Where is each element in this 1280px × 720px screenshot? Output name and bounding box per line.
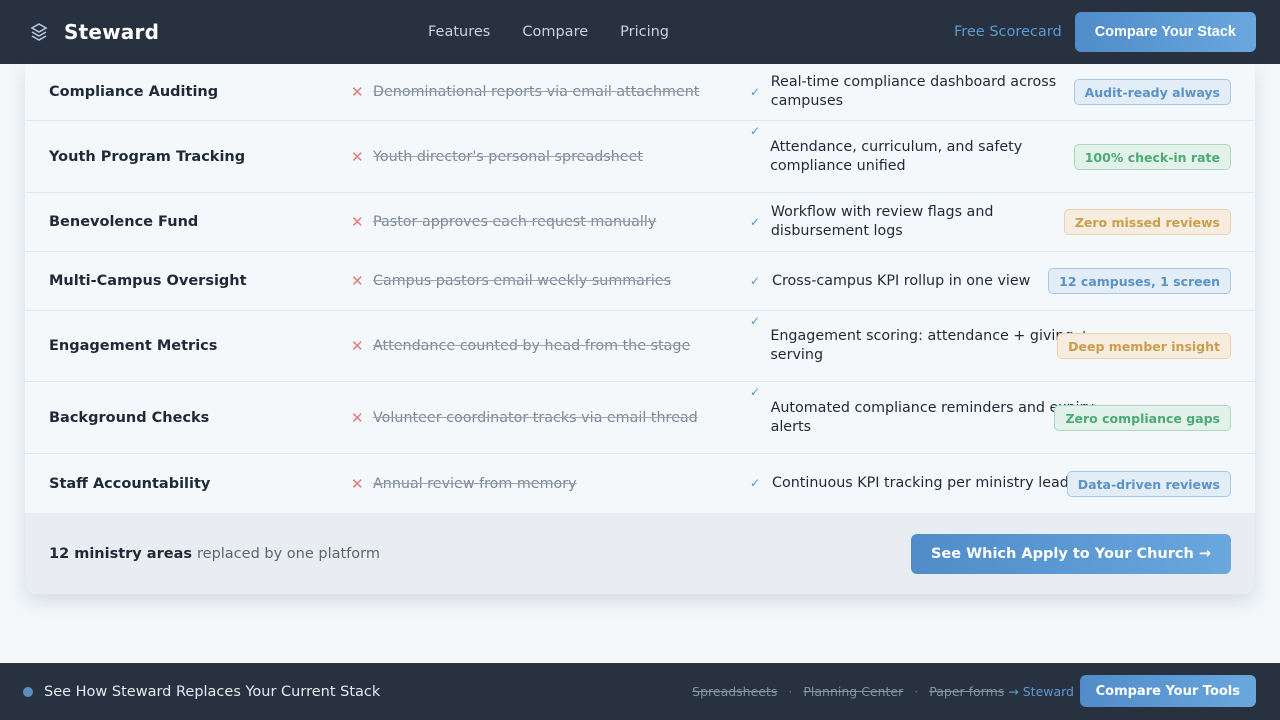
check-icon: ✓ [750,124,761,138]
brand[interactable]: Steward [30,0,159,64]
old-method: ✕ Attendance counted by head from the sta… [351,311,690,381]
status-dot-icon [23,687,33,697]
new-method-text: Workflow with review flags and disbursem… [770,204,994,239]
areas-count: 12 ministry areas [49,545,192,562]
x-icon: ✕ [351,408,364,427]
new-method: ✓ Cross-campus KPI rollup in one view [750,252,1095,310]
new-method-text: Cross-campus KPI rollup in one view [772,272,1031,289]
new-method: ✓ Attendance, curriculum, and safety comp… [750,121,1095,192]
new-method: ✓ Continuous KPI tracking per ministry le… [750,454,1095,513]
comparison-table: Compliance Auditing ✕ Denominational repo… [25,64,1255,594]
old-method-text: Pastor approves each request manually [373,214,657,230]
x-icon: ✕ [351,147,364,166]
free-scorecard-link[interactable]: Free Scorecard [954,24,1062,40]
top-navigation: Steward Features Compare Pricing Free Sc… [0,0,1280,64]
x-icon: ✕ [351,337,364,355]
old-method-text: Volunteer coordinator tracks via email t… [373,409,698,426]
outcome-badge: Deep member insight [1057,333,1231,359]
ministry-area: Staff Accountability [49,475,211,492]
outcome-badge: Data-driven reviews [1066,471,1231,497]
old-method-text: Campus pastors email weekly summaries [373,273,672,289]
ministry-area: Engagement Metrics [49,338,218,354]
old-method-text: Annual review from memory [373,475,577,492]
new-method-text: Automated compliance reminders and expir… [770,399,1094,435]
nav-link-features[interactable]: Features [428,24,490,40]
nav-actions: Free Scorecard Compare Your Stack [954,12,1256,52]
stack-item-planning-center: Planning Center [803,684,904,699]
new-method: ✓ Real-time compliance dashboard across c… [750,64,1095,120]
x-icon: ✕ [351,213,364,231]
x-icon: ✕ [351,83,364,101]
old-method: ✕ Campus pastors email weekly summaries [351,252,671,310]
outcome-badge: Audit-ready always [1073,79,1231,105]
old-method: ✕ Youth director's personal spreadsheet [351,121,643,192]
check-icon: ✓ [750,273,761,288]
check-icon: ✓ [750,314,761,328]
check-icon: ✓ [750,476,761,490]
x-icon: ✕ [351,474,364,493]
old-method-text: Youth director's personal spreadsheet [373,148,643,165]
old-method-text: Attendance counted by head from the stag… [373,338,691,354]
check-icon: ✓ [750,214,761,229]
outcome-badge: Zero missed reviews [1063,209,1231,235]
outcome-badge: 100% check-in rate [1073,144,1231,170]
stack-item-spreadsheets: Spreadsheets [692,684,778,699]
nav-link-pricing[interactable]: Pricing [620,24,669,40]
separator: · [914,684,919,699]
outcome-badge: Zero compliance gaps [1054,405,1231,431]
table-row: Benevolence Fund ✕ Pastor approves each r… [25,193,1255,252]
new-method-text: Continuous KPI tracking per ministry lea… [772,475,1084,491]
old-method: ✕ Annual review from memory [351,454,577,513]
areas-summary-text: replaced by one platform [197,545,380,562]
brand-name: Steward [64,20,160,44]
table-row: Compliance Auditing ✕ Denominational repo… [25,64,1255,121]
table-row: Multi-Campus Oversight ✕ Campus pastors e… [25,252,1255,311]
table-footer: 12 ministry areas replaced by one platfo… [25,513,1255,594]
new-method-text: Attendance, curriculum, and safety compl… [770,138,1023,174]
stacked-layers-icon [30,23,48,41]
x-icon: ✕ [351,272,364,290]
see-which-apply-button[interactable]: See Which Apply to Your Church → [910,534,1231,574]
ministry-area: Benevolence Fund [49,214,199,230]
ministry-area: Multi-Campus Oversight [49,273,247,289]
stack-item-paper-forms: Paper forms [929,684,1005,699]
check-icon: ✓ [750,385,761,399]
ministry-area: Youth Program Tracking [49,148,246,165]
stack-replacement: Spreadsheets · Planning Center · Paper f… [692,663,1074,720]
ministry-area: Background Checks [49,409,210,426]
old-method: ✕ Volunteer coordinator tracks via email … [351,382,698,453]
outcome-badge: 12 campuses, 1 screen [1048,268,1231,294]
compare-stack-button[interactable]: Compare Your Stack [1074,12,1256,52]
new-method: ✓ Workflow with review flags and disburse… [750,193,1095,251]
ministry-area: Compliance Auditing [49,84,219,100]
separator: · [788,684,793,699]
table-row: Youth Program Tracking ✕ Youth director's… [25,121,1255,193]
compare-tools-button[interactable]: Compare Your Tools [1079,675,1256,707]
new-method-text: Engagement scoring: attendance + giving … [770,328,1091,363]
sticky-bottom-bar: See How Steward Replaces Your Current St… [0,663,1280,720]
nav-links: Features Compare Pricing [428,0,701,64]
bar-headline: See How Steward Replaces Your Current St… [44,683,381,700]
table-row: Background Checks ✕ Volunteer coordinator… [25,382,1255,454]
old-method-text: Denominational reports via email attachm… [373,84,700,100]
table-row: Engagement Metrics ✕ Attendance counted b… [25,311,1255,382]
old-method: ✕ Pastor approves each request manually [351,193,656,251]
nav-link-compare[interactable]: Compare [522,24,588,40]
check-icon: ✓ [750,84,761,99]
areas-summary: 12 ministry areas replaced by one platfo… [49,513,380,594]
new-method-text: Real-time compliance dashboard across ca… [770,74,1057,109]
old-method: ✕ Denominational reports via email attach… [351,64,699,120]
table-row: Staff Accountability ✕ Annual review from… [25,454,1255,513]
new-method: ✓ Engagement scoring: attendance + giving… [750,311,1095,381]
stack-item-steward: → Steward [1008,684,1074,699]
new-method: ✓ Automated compliance reminders and expi… [750,382,1095,453]
